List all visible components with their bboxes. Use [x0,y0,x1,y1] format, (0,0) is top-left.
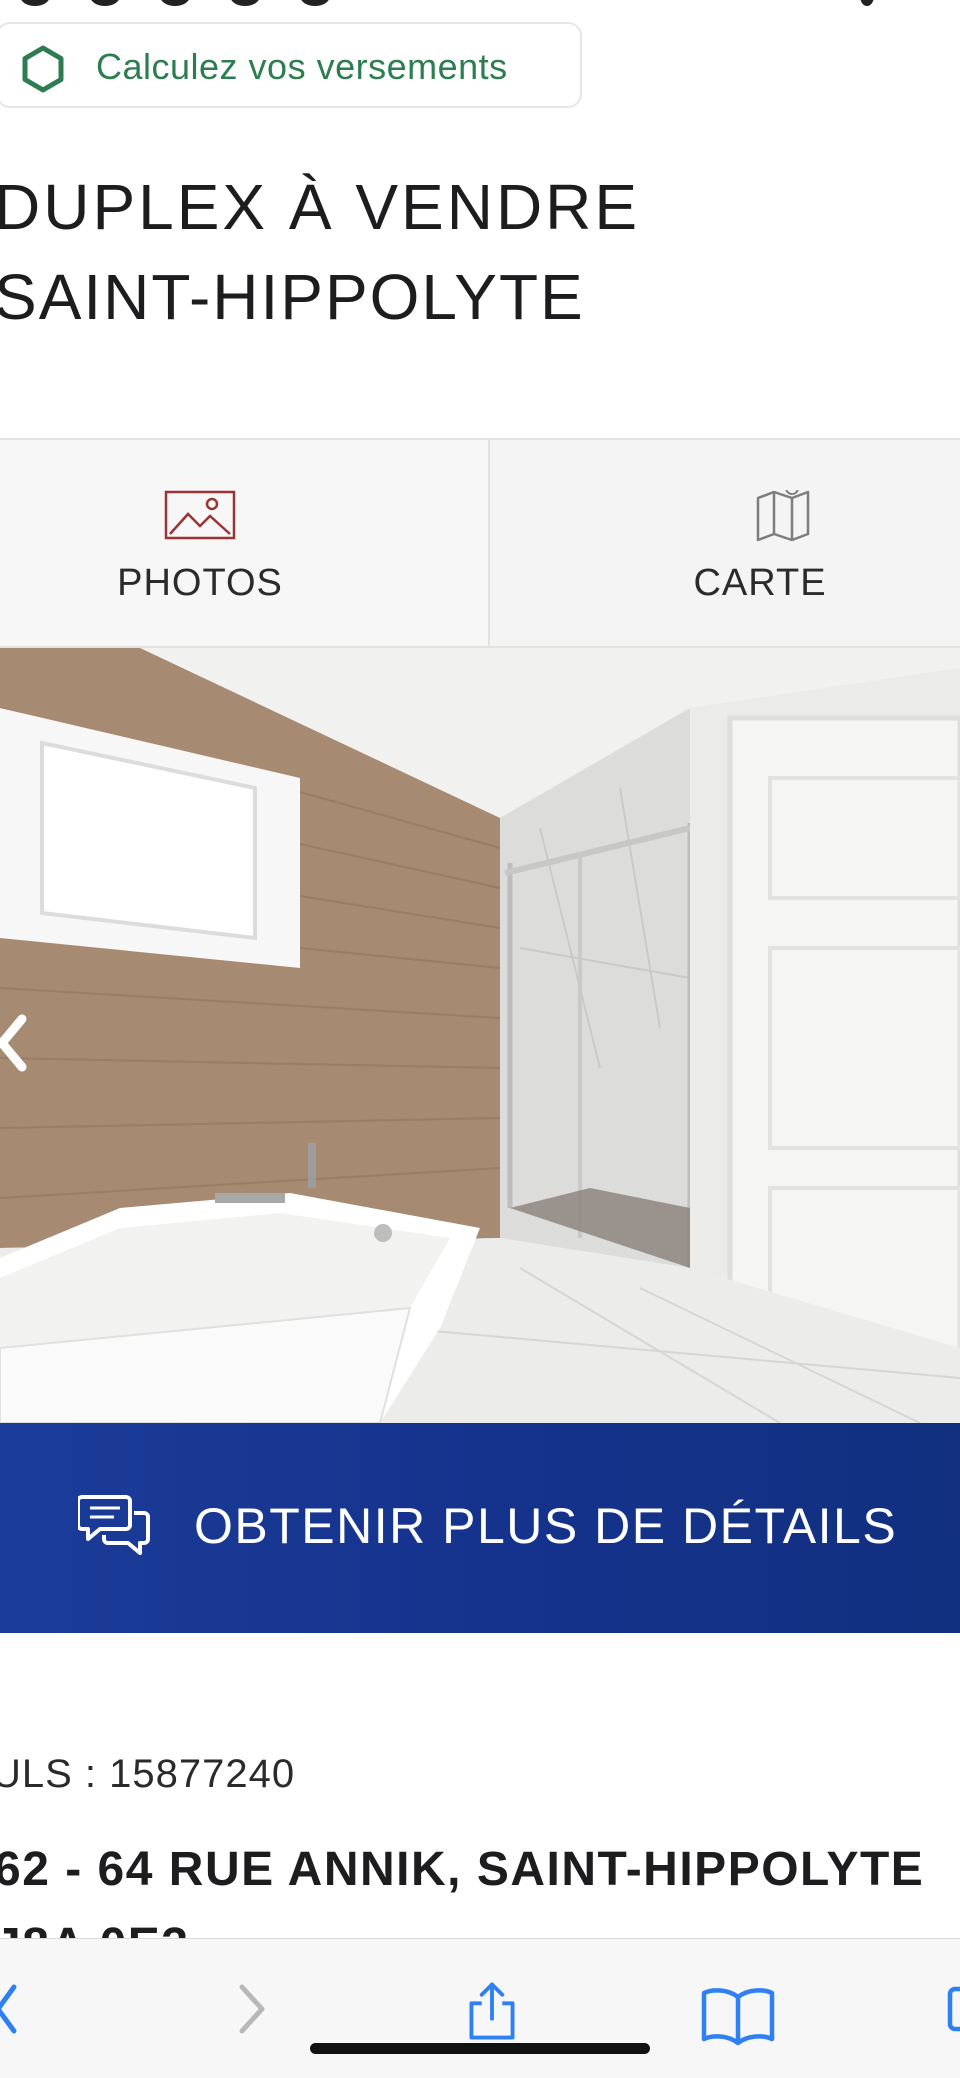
browser-toolbar [0,1938,960,2078]
listing-title: DUPLEX À VENDRE [0,171,641,243]
calculate-payments-label: Calculez vos versements [96,46,508,87]
get-more-details-label: OBTENIR PLUS DE DÉTAILS [194,1498,898,1554]
listing-photo[interactable] [0,648,960,1423]
chevron-left-icon[interactable] [0,1013,34,1073]
status-bar-remnant [0,0,960,14]
share-icon[interactable] [462,1981,522,2041]
status-glyph [20,0,50,6]
listing-address: 62 - 64 RUE ANNIK, SAINT-HIPPOLYTE [0,1843,925,1896]
mls-number: ULS : 15877240 [0,1752,296,1796]
map-icon [756,490,810,542]
tabs-icon[interactable] [946,1983,960,2043]
status-glyph [160,0,190,6]
calculate-payments-button[interactable]: Calculez vos versements [0,22,582,108]
status-glyph [90,0,120,6]
get-more-details-button[interactable]: OBTENIR PLUS DE DÉTAILS [0,1423,960,1633]
bathroom-photo [0,648,960,1423]
listing-city: SAINT-HIPPOLYTE [0,261,585,333]
photo-icon [164,490,236,540]
status-glyph [860,0,874,6]
chat-bubbles-icon [78,1495,150,1555]
home-indicator [310,2043,650,2054]
bookmarks-icon[interactable] [700,1987,776,2047]
tab-photos[interactable]: PHOTOS [0,440,490,646]
tab-map-label: CARTE [693,562,827,604]
hexagon-icon [22,45,64,93]
status-glyph [300,0,330,6]
tab-photos-label: PHOTOS [117,562,283,604]
media-tabs: PHOTOS CARTE [0,438,960,648]
status-glyph [230,0,260,6]
forward-icon[interactable] [234,1979,268,2039]
tab-map[interactable]: CARTE [490,440,960,646]
back-icon[interactable] [0,1979,20,2039]
